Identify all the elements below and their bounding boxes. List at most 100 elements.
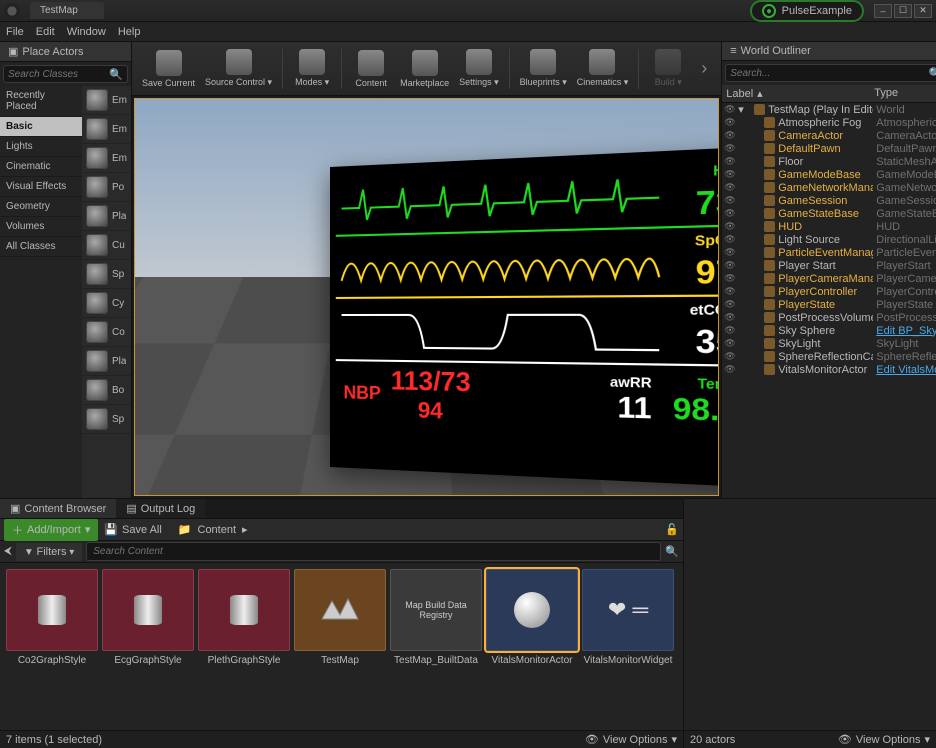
visibility-icon[interactable]: 👁 <box>724 182 735 193</box>
project-badge[interactable]: PulseExample <box>750 0 864 22</box>
outliner-tab[interactable]: ≡ World Outliner <box>722 42 936 61</box>
visibility-icon[interactable]: 👁 <box>724 234 735 245</box>
filters-button[interactable]: ▼ Filters ▾ <box>16 543 82 561</box>
outliner-row[interactable]: 👁SphereReflectionCaptureSphereReflection… <box>722 350 936 363</box>
asset-vitalsmonitorwidget[interactable]: ❤ ═VitalsMonitorWidget <box>582 569 674 724</box>
actor-item[interactable]: Co <box>82 318 131 347</box>
asset-plethgraphstyle[interactable]: PlethGraphStyle <box>198 569 290 724</box>
outliner-row[interactable]: 👁Atmospheric FogAtmosphericFog <box>722 116 936 129</box>
level-tab[interactable]: TestMap <box>30 2 104 19</box>
visibility-icon[interactable]: 👁 <box>724 117 735 128</box>
outliner-row[interactable]: 👁▾TestMap (Play In Editor)World <box>722 103 936 116</box>
place-actors-search[interactable]: 🔍 <box>3 65 128 83</box>
content-search-input[interactable] <box>86 542 661 561</box>
toolbar-modes-button[interactable]: Modes ▾ <box>289 47 335 90</box>
visibility-icon[interactable]: 👁 <box>724 286 735 297</box>
outliner-row[interactable]: 👁Sky SphereEdit BP_Sky_Sph <box>722 324 936 337</box>
actor-item[interactable]: Em <box>82 115 131 144</box>
asset-co2graphstyle[interactable]: Co2GraphStyle <box>6 569 98 724</box>
category-basic[interactable]: Basic <box>0 117 82 137</box>
visibility-icon[interactable]: 👁 <box>724 104 735 115</box>
view-options-button[interactable]: 👁View Options▾ <box>838 733 930 746</box>
col-label[interactable]: Label <box>726 88 753 100</box>
outliner-row[interactable]: 👁GameSessionGameSession <box>722 194 936 207</box>
visibility-icon[interactable]: 👁 <box>724 325 735 336</box>
visibility-icon[interactable]: 👁 <box>724 169 735 180</box>
visibility-icon[interactable]: 👁 <box>724 156 735 167</box>
toolbar-blueprints-button[interactable]: Blueprints ▾ <box>516 47 571 90</box>
save-all-button[interactable]: 💾Save All <box>104 523 161 536</box>
outliner-row[interactable]: 👁GameNetworkManagerGameNetworkMan <box>722 181 936 194</box>
outliner-row[interactable]: 👁SkyLightSkyLight <box>722 337 936 350</box>
visibility-icon[interactable]: 👁 <box>724 143 735 154</box>
outliner-row[interactable]: 👁PlayerCameraManagerPlayerCameraMan <box>722 272 936 285</box>
asset-vitalsmonitoractor[interactable]: VitalsMonitorActor <box>486 569 578 724</box>
toolbar-overflow-icon[interactable]: › <box>693 58 715 79</box>
lock-icon[interactable]: 🔓 <box>665 523 679 536</box>
visibility-icon[interactable]: 👁 <box>724 312 735 323</box>
menu-help[interactable]: Help <box>118 26 141 38</box>
outliner-row[interactable]: 👁VitalsMonitorActorEdit VitalsMonito <box>722 363 936 376</box>
toolbar-source-control-button[interactable]: Source Control ▾ <box>201 47 276 90</box>
outliner-row[interactable]: 👁FloorStaticMeshActor <box>722 155 936 168</box>
visibility-icon[interactable]: 👁 <box>724 260 735 271</box>
visibility-icon[interactable]: 👁 <box>724 247 735 258</box>
category-geometry[interactable]: Geometry <box>0 197 82 217</box>
add-import-button[interactable]: ＋Add/Import▾ <box>4 519 98 541</box>
breadcrumb[interactable]: 📁Content▸ <box>178 523 248 536</box>
category-recently-placed[interactable]: Recently Placed <box>0 86 82 117</box>
toolbar-save-current-button[interactable]: Save Current <box>138 48 199 90</box>
sources-toggle-icon[interactable]: ⮜ <box>4 545 12 558</box>
actor-item[interactable]: Pla <box>82 202 131 231</box>
asset-ecggraphstyle[interactable]: EcgGraphStyle <box>102 569 194 724</box>
category-cinematic[interactable]: Cinematic <box>0 157 82 177</box>
toolbar-cinematics-button[interactable]: Cinematics ▾ <box>573 47 633 90</box>
toolbar-marketplace-button[interactable]: Marketplace <box>396 48 453 90</box>
outliner-row[interactable]: 👁ParticleEventManagerParticleEventMana <box>722 246 936 259</box>
outliner-row[interactable]: 👁GameStateBaseGameStateBase <box>722 207 936 220</box>
actor-item[interactable]: Cy <box>82 289 131 318</box>
category-visual-effects[interactable]: Visual Effects <box>0 177 82 197</box>
close-button[interactable]: ✕ <box>914 4 932 18</box>
menu-file[interactable]: File <box>6 26 24 38</box>
visibility-icon[interactable]: 👁 <box>724 364 735 375</box>
maximize-button[interactable]: ☐ <box>894 4 912 18</box>
outliner-row[interactable]: 👁GameModeBaseGameModeBase <box>722 168 936 181</box>
outliner-search[interactable]: 🔍 <box>725 64 936 82</box>
outliner-row[interactable]: 👁Light SourceDirectionalLight <box>722 233 936 246</box>
minimize-button[interactable]: – <box>874 4 892 18</box>
actor-item[interactable]: Po <box>82 173 131 202</box>
visibility-icon[interactable]: 👁 <box>724 221 735 232</box>
menu-edit[interactable]: Edit <box>36 26 55 38</box>
actor-item[interactable]: Em <box>82 144 131 173</box>
search-input[interactable] <box>730 68 928 79</box>
asset-testmap_builtdata[interactable]: Map Build Data RegistryTestMap_BuiltData <box>390 569 482 724</box>
actor-item[interactable]: Sp <box>82 260 131 289</box>
actor-item[interactable]: Cu <box>82 231 131 260</box>
actor-item[interactable]: Bo <box>82 376 131 405</box>
visibility-icon[interactable]: 👁 <box>724 273 735 284</box>
visibility-icon[interactable]: 👁 <box>724 299 735 310</box>
tab-content-browser[interactable]: ▣Content Browser <box>0 499 116 518</box>
category-lights[interactable]: Lights <box>0 137 82 157</box>
visibility-icon[interactable]: 👁 <box>724 351 735 362</box>
place-actors-tab[interactable]: ▣ Place Actors <box>0 42 131 62</box>
outliner-row[interactable]: 👁PlayerStatePlayerState <box>722 298 936 311</box>
visibility-icon[interactable]: 👁 <box>724 195 735 206</box>
outliner-row[interactable]: 👁DefaultPawnDefaultPawn <box>722 142 936 155</box>
visibility-icon[interactable]: 👁 <box>724 130 735 141</box>
menu-window[interactable]: Window <box>67 26 106 38</box>
category-volumes[interactable]: Volumes <box>0 217 82 237</box>
outliner-row[interactable]: 👁PlayerControllerPlayerController <box>722 285 936 298</box>
visibility-icon[interactable]: 👁 <box>724 208 735 219</box>
actor-item[interactable]: Sp <box>82 405 131 434</box>
search-input[interactable] <box>8 69 109 80</box>
category-all-classes[interactable]: All Classes <box>0 237 82 257</box>
tab-output-log[interactable]: ▤Output Log <box>116 499 205 518</box>
level-viewport[interactable]: HR 73 SpO2 97 etCO2 35 NBP 113/73 <box>134 98 719 496</box>
visibility-icon[interactable]: 👁 <box>724 338 735 349</box>
toolbar-content-button[interactable]: Content <box>348 48 394 90</box>
actor-item[interactable]: Pla <box>82 347 131 376</box>
col-type[interactable]: Type <box>874 87 936 100</box>
outliner-row[interactable]: 👁HUDHUD <box>722 220 936 233</box>
